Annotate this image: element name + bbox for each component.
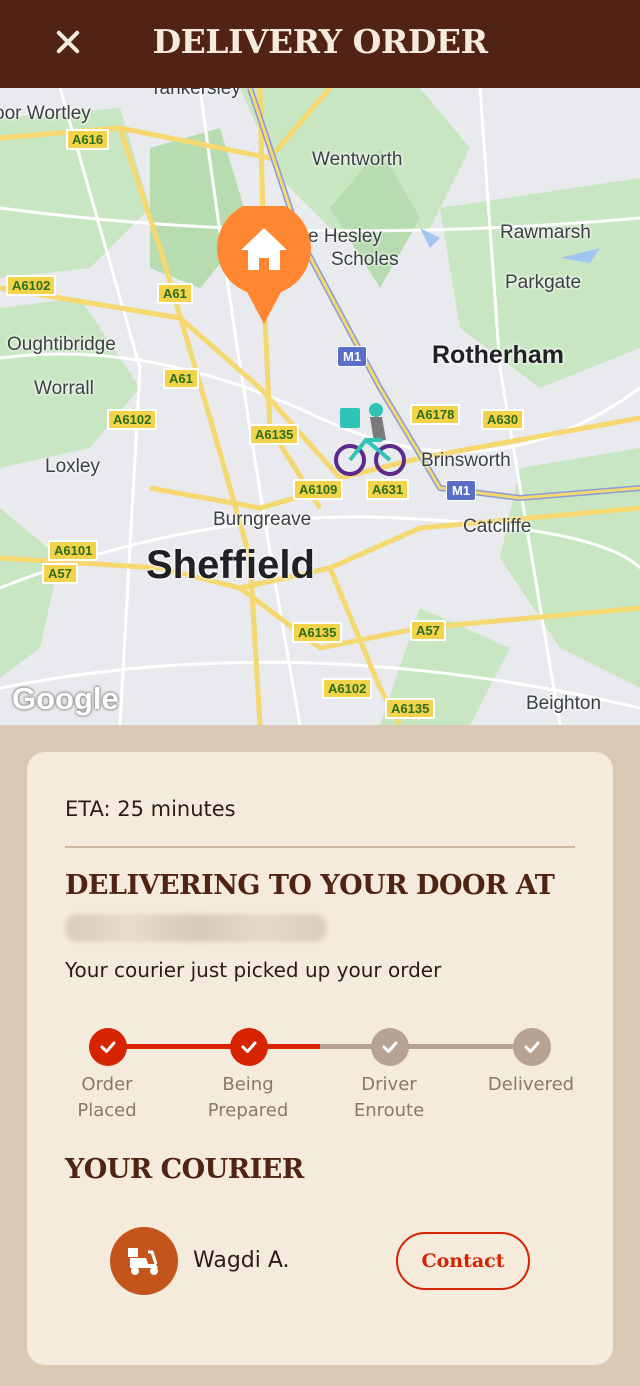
map-place-label: e Hesley [308, 226, 382, 247]
map-city-label: Sheffield [146, 543, 315, 587]
divider [65, 846, 575, 848]
road-label: A616 [66, 129, 110, 150]
check-icon [89, 1028, 127, 1066]
road-label: A6178 [410, 404, 461, 425]
check-icon [513, 1028, 551, 1066]
map-place-label: oor Wortley [0, 103, 91, 124]
progress-line-pending [320, 1044, 533, 1049]
step-label-being-prepared: Being Prepared [207, 1074, 289, 1121]
courier-name: Wagdi A. [193, 1248, 290, 1273]
map-place-label: Catcliffe [463, 516, 532, 537]
delivery-map[interactable]: Tankersley oor Wortley Wentworth e Hesle… [0, 88, 640, 725]
order-status-card: ETA: 25 minutes DELIVERING TO YOUR DOOR … [27, 752, 613, 1365]
progress-line-done [108, 1044, 249, 1049]
map-place-label: Wentworth [312, 149, 403, 170]
contact-button[interactable]: Contact [396, 1232, 530, 1290]
eta-text: ETA: 25 minutes [65, 797, 236, 821]
redacted-address [65, 914, 327, 942]
delivery-address-heading: DELIVERING TO YOUR DOOR AT [65, 870, 555, 901]
home-icon[interactable] [217, 206, 311, 324]
road-label: A57 [410, 620, 446, 641]
map-place-label: Oughtibridge [7, 334, 116, 355]
road-label: A61 [163, 368, 199, 389]
map-place-label: Brinsworth [421, 450, 511, 471]
road-label: A630 [481, 409, 525, 430]
road-label: A631 [366, 479, 410, 500]
check-icon [230, 1028, 268, 1066]
map-place-label: Beighton [526, 693, 602, 714]
motorway-label: M1 [446, 480, 477, 501]
map-place-label: Rawmarsh [500, 222, 591, 243]
road-label: A57 [42, 563, 78, 584]
page-title: DELIVERY ORDER [152, 22, 489, 61]
map-place-label: Scholes [331, 249, 399, 270]
scooter-icon [128, 1248, 158, 1275]
google-attribution: Google [12, 681, 119, 716]
bicycle-courier-icon [334, 403, 406, 476]
road-label: A6102 [6, 275, 57, 296]
road-label: A6102 [322, 678, 373, 699]
map-place-label: Parkgate [505, 272, 582, 293]
app-header: DELIVERY ORDER [0, 0, 640, 88]
road-label: A6135 [249, 424, 300, 445]
map-place-label: Rotherham [432, 341, 564, 369]
road-label: A6135 [292, 622, 343, 643]
order-status-text: Your courier just picked up your order [65, 958, 442, 982]
map-place-label: Burngreave [213, 509, 312, 530]
courier-heading: YOUR COURIER [65, 1154, 304, 1185]
step-label-driver-enroute: Driver Enroute [353, 1074, 425, 1121]
map-place-label: Worrall [34, 378, 94, 399]
step-label-order-placed: Order Placed [77, 1074, 137, 1121]
road-label: A6102 [107, 409, 158, 430]
step-label-delivered: Delivered [487, 1074, 575, 1095]
road-label: A6101 [48, 540, 99, 561]
avatar [110, 1227, 178, 1295]
motorway-label: M1 [337, 346, 368, 367]
check-icon [371, 1028, 409, 1066]
road-label: A6135 [385, 698, 436, 719]
road-label: A6109 [293, 479, 344, 500]
map-place-label: Loxley [45, 456, 100, 477]
road-label: A61 [157, 283, 193, 304]
map-place-label: Tankersley [150, 88, 241, 99]
